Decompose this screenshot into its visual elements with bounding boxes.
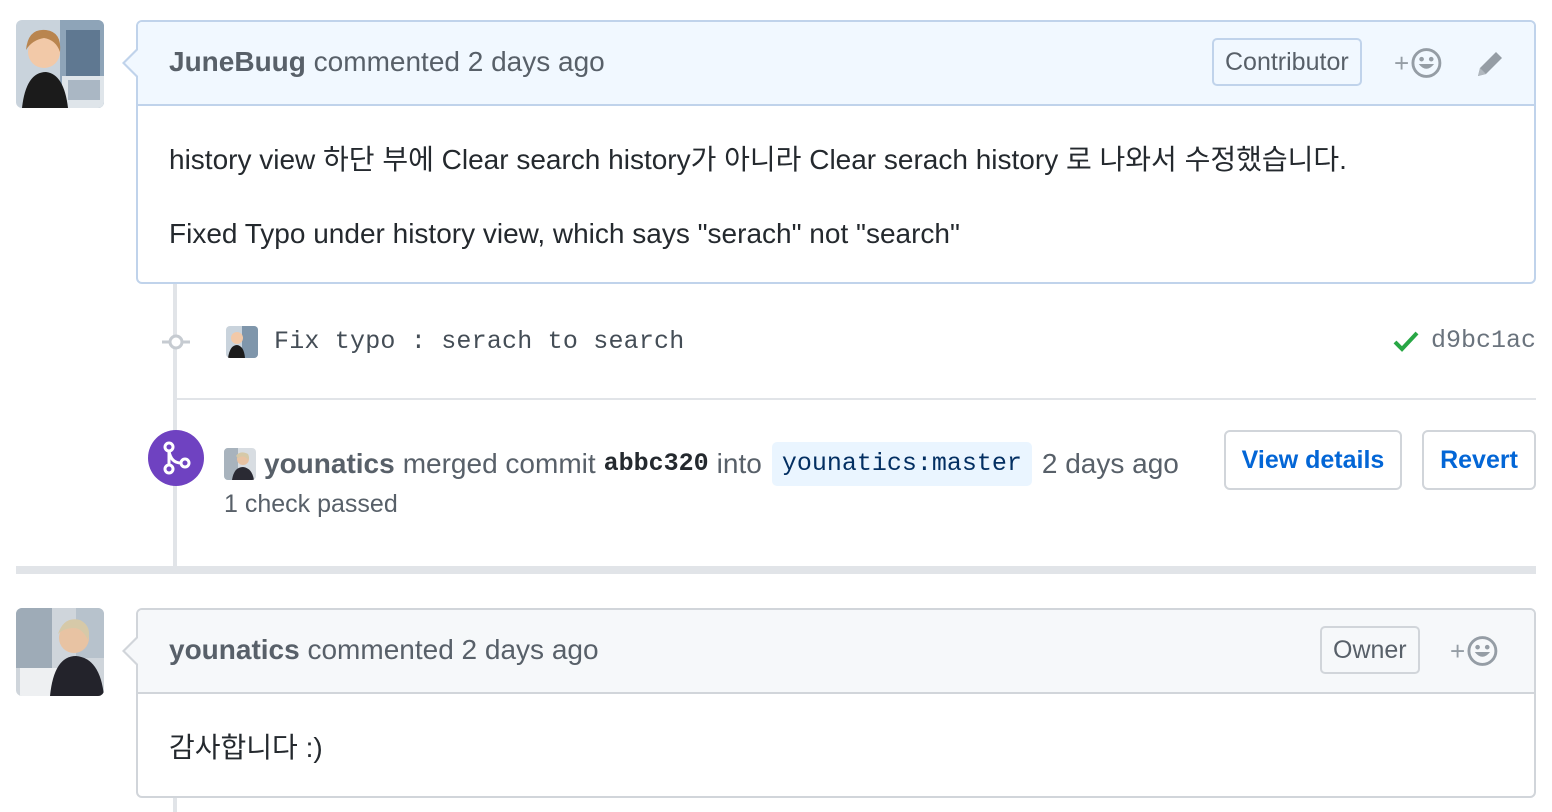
- comment-header: younatics commented 2 days ago Owner +: [122, 610, 1534, 694]
- timeline-section-separator: [16, 566, 1536, 574]
- merge-text: merged commit: [402, 448, 596, 479]
- commit-message-link[interactable]: Fix typo : serach to search: [274, 326, 684, 358]
- comment-paragraph: Fixed Typo under history view, which say…: [169, 218, 960, 249]
- comment-junebuug: JuneBuug commented 2 days ago Contributo…: [122, 20, 1536, 284]
- comment-meta[interactable]: commented 2 days ago: [307, 634, 598, 665]
- comment-younatics: younatics commented 2 days ago Owner + 감…: [122, 608, 1536, 798]
- plus-icon: +: [1394, 48, 1410, 78]
- view-details-button[interactable]: View details: [1224, 430, 1402, 490]
- merge-time[interactable]: 2 days ago: [1042, 446, 1179, 482]
- comment-header-text: JuneBuug commented 2 days ago: [169, 46, 605, 78]
- comment-body: history view 하단 부에 Clear search history가…: [138, 106, 1534, 252]
- revert-button[interactable]: Revert: [1422, 430, 1536, 490]
- role-badge: Owner: [1320, 626, 1420, 674]
- comment-header-text: younatics commented 2 days ago: [169, 634, 599, 666]
- divider: [177, 398, 1536, 400]
- add-reaction-button[interactable]: +: [1450, 634, 1498, 668]
- merge-into-text: into: [716, 448, 762, 479]
- edit-comment-button[interactable]: [1474, 48, 1506, 80]
- comment-caret: [122, 48, 138, 78]
- timeline-line: [173, 798, 177, 812]
- comment-paragraph: history view 하단 부에 Clear search history가…: [169, 144, 1347, 175]
- comment-author-link[interactable]: younatics: [169, 634, 300, 665]
- comment-header: JuneBuug commented 2 days ago Contributo…: [122, 22, 1534, 106]
- merge-author-link[interactable]: younatics: [264, 446, 395, 482]
- merge-author-avatar[interactable]: [224, 448, 256, 480]
- commit-sha-link[interactable]: d9bc1ac: [1431, 326, 1536, 355]
- comment-caret: [122, 636, 138, 666]
- comment-body: 감사합니다 :): [138, 694, 1534, 766]
- plus-icon: +: [1450, 636, 1466, 666]
- commit-status: d9bc1ac: [1393, 326, 1536, 355]
- git-merge-icon: [163, 441, 191, 475]
- merge-commit-sha-link[interactable]: abbc320: [604, 446, 709, 482]
- merge-event: younatics merged commit abbc320 into you…: [224, 442, 1179, 486]
- smiley-icon: [1411, 48, 1442, 78]
- commit-author-avatar[interactable]: [226, 326, 258, 358]
- branch-label[interactable]: younatics:master: [771, 442, 1032, 486]
- git-commit-icon: [162, 334, 190, 350]
- comment-meta[interactable]: commented 2 days ago: [314, 46, 605, 77]
- comment-author-link[interactable]: JuneBuug: [169, 46, 306, 77]
- avatar-junebuug[interactable]: [16, 20, 104, 108]
- role-badge: Contributor: [1212, 38, 1362, 86]
- checks-summary: 1 check passed: [224, 490, 398, 518]
- check-icon[interactable]: [1393, 330, 1419, 352]
- pencil-icon: [1478, 52, 1502, 76]
- add-reaction-button[interactable]: +: [1394, 46, 1442, 80]
- avatar-younatics[interactable]: [16, 608, 104, 696]
- comment-paragraph: 감사합니다 :): [169, 732, 323, 763]
- commit-row: Fix typo : serach to search d9bc1ac: [162, 324, 1536, 360]
- smiley-icon: [1467, 636, 1498, 666]
- merge-badge: [148, 430, 204, 486]
